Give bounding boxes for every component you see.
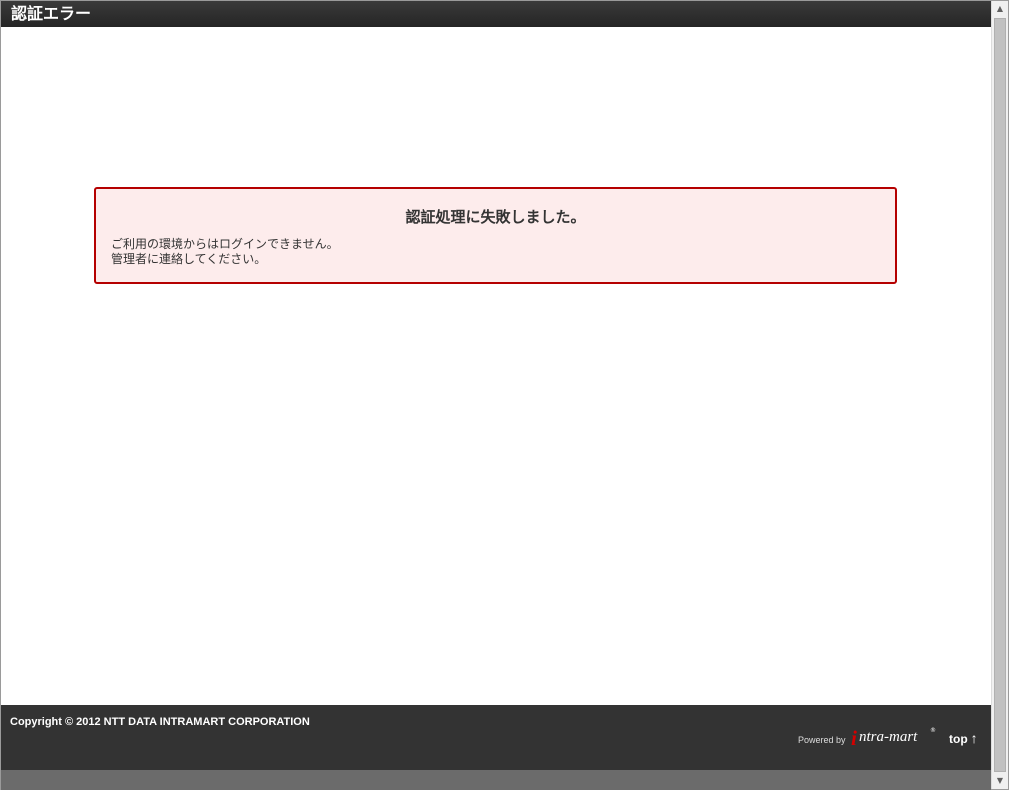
top-label: top — [949, 732, 968, 746]
registered-mark: ® — [930, 727, 936, 734]
page-title: 認証エラー — [11, 4, 92, 23]
scroll-up-arrow-icon[interactable]: ▲ — [992, 1, 1008, 17]
powered-by-label: Powered by — [798, 735, 846, 745]
page-title-bar: 認証エラー — [1, 1, 991, 27]
arrow-up-icon: ↑ — [970, 730, 978, 746]
scrollbar-thumb[interactable] — [994, 18, 1006, 772]
error-title: 認証処理に失敗しました。 — [405, 208, 586, 226]
copyright-text: Copyright © 2012 NTT DATA INTRAMART CORP… — [10, 716, 310, 728]
footer: Copyright © 2012 NTT DATA INTRAMART CORP… — [1, 705, 991, 770]
error-message-line-2: 管理者に連絡してください。 — [111, 252, 267, 266]
error-message-line-1: ご利用の環境からはログインできません。 — [111, 237, 339, 251]
back-to-top-link[interactable]: top ↑ — [949, 730, 978, 746]
scroll-down-arrow-icon[interactable]: ▼ — [992, 773, 1008, 789]
logo-text: ntra-mart — [859, 729, 918, 745]
browser-window: 認証エラー 認証処理に失敗しました。 ご利用の環境からはログインできません。 管… — [0, 0, 1009, 790]
logo-initial: i — [851, 726, 857, 750]
main-content: 認証処理に失敗しました。 ご利用の環境からはログインできません。 管理者に連絡し… — [1, 27, 991, 705]
vertical-scrollbar[interactable]: ▲ ▼ — [991, 1, 1008, 789]
error-message-box: 認証処理に失敗しました。 ご利用の環境からはログインできません。 管理者に連絡し… — [94, 187, 897, 284]
bottom-strip — [1, 770, 991, 790]
